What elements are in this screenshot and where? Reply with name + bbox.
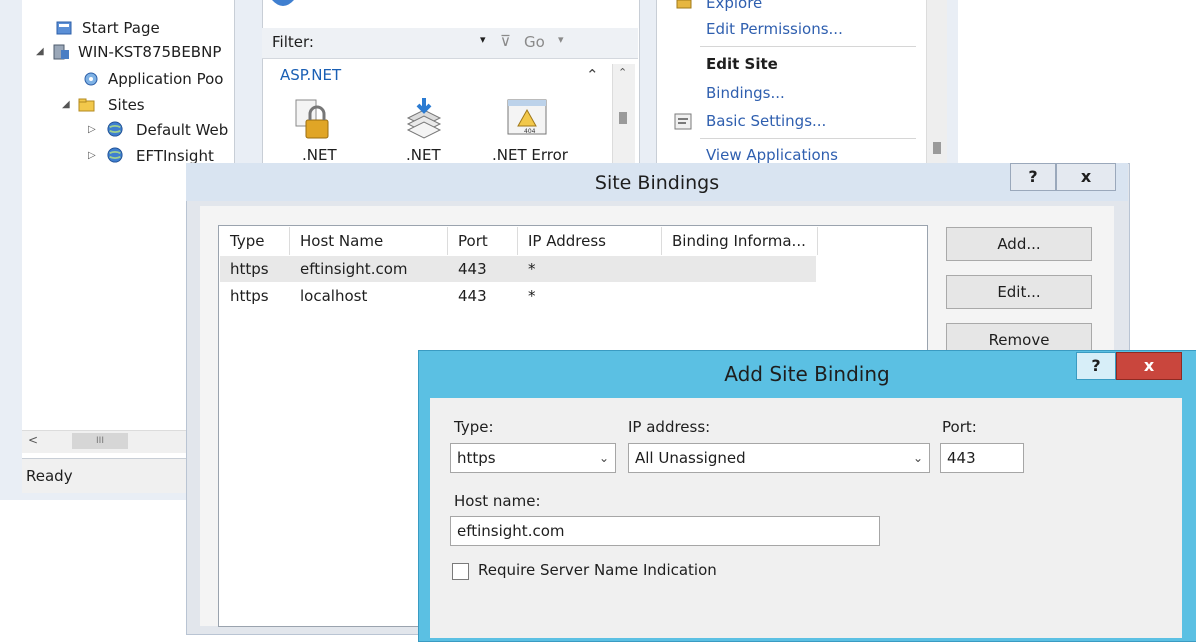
close-button[interactable]: x (1056, 163, 1116, 191)
help-button[interactable]: ? (1076, 352, 1116, 380)
expand-arrow-icon[interactable]: ◢ (62, 94, 70, 116)
error-pages-icon: 404 (507, 99, 547, 135)
sites-folder-icon (78, 98, 95, 112)
type-select[interactable]: https ⌄ (450, 443, 616, 473)
svg-text:404: 404 (524, 128, 536, 135)
tree-item-sites[interactable]: ◢ Sites (62, 94, 145, 116)
action-view-applications[interactable]: View Applications (706, 146, 838, 164)
require-sni-label[interactable]: Require Server Name Indication (478, 561, 717, 579)
collapse-group-icon[interactable]: ⌃ (586, 66, 599, 84)
type-label: Type: (454, 418, 494, 436)
table-row[interactable]: https localhost 443 * (220, 283, 816, 309)
status-text: Ready (26, 467, 73, 485)
divider (700, 46, 916, 47)
feature-item[interactable]: .NET (396, 94, 456, 164)
features-vertical-scrollbar[interactable]: ⌃ (612, 64, 635, 164)
tree-item-app-pools[interactable]: Application Poo (82, 68, 223, 90)
action-bindings[interactable]: Bindings... (706, 84, 785, 102)
cell-port: 443 (458, 260, 487, 278)
edit-button[interactable]: Edit... (946, 275, 1092, 309)
scroll-grip[interactable] (933, 142, 941, 154)
scroll-up-icon[interactable]: ⌃ (618, 66, 627, 79)
go-button[interactable]: Go (524, 33, 545, 51)
go-filter-icon[interactable]: ⊽ (500, 32, 511, 50)
dotnet-compilation-icon (406, 98, 442, 139)
cell-port: 443 (458, 287, 487, 305)
tree-item-start-page[interactable]: Start Page (56, 17, 160, 39)
cell-type: https (230, 260, 269, 278)
cell-ip: * (528, 260, 536, 278)
collapse-arrow-icon[interactable]: ▷ (88, 119, 96, 141)
ip-address-select[interactable]: All Unassigned ⌄ (628, 443, 930, 473)
column-header-ip-address[interactable]: IP Address (518, 227, 662, 255)
filter-dropdown-icon[interactable]: ▾ (480, 33, 486, 46)
expand-arrow-icon[interactable]: ◢ (36, 41, 44, 63)
port-field[interactable]: 443 (940, 443, 1024, 473)
port-value: 443 (947, 449, 976, 467)
column-header-port[interactable]: Port (448, 227, 518, 255)
close-button[interactable]: x (1116, 352, 1182, 380)
application-pools-icon (84, 72, 98, 86)
server-icon (53, 44, 69, 60)
ip-address-value: All Unassigned (635, 449, 746, 467)
filter-label: Filter: (272, 33, 314, 51)
go-dropdown-icon[interactable]: ▾ (558, 33, 564, 46)
collapse-arrow-icon[interactable]: ▷ (88, 145, 96, 167)
column-header-binding-info[interactable]: Binding Informa... (662, 227, 818, 255)
start-page-icon (56, 21, 72, 35)
globe-icon (107, 147, 123, 163)
tree-item-default-web-site[interactable]: ▷ Default Web (88, 119, 228, 141)
feature-item[interactable]: .NET (290, 94, 350, 164)
cell-ip: * (528, 287, 536, 305)
filter-bar: Filter: ▾ ⊽ Go ▾ (262, 28, 638, 59)
scroll-thumb[interactable]: III (72, 433, 128, 449)
table-row[interactable]: https eftinsight.com 443 * (220, 256, 816, 282)
divider (700, 138, 916, 139)
globe-icon (272, 0, 294, 6)
action-edit-permissions[interactable]: Edit Permissions... (706, 20, 843, 38)
dotnet-authorization-icon (295, 99, 329, 139)
site-bindings-title: Site Bindings (594, 172, 720, 194)
help-button[interactable]: ? (1010, 163, 1056, 191)
actions-header-edit-site: Edit Site (706, 55, 778, 73)
actions-scrollbar[interactable] (926, 0, 947, 165)
column-header-host-name[interactable]: Host Name (290, 227, 448, 255)
type-value: https (457, 449, 496, 467)
chevron-down-icon[interactable]: ⌄ (599, 444, 609, 472)
globe-icon (107, 121, 123, 137)
column-header-type[interactable]: Type (220, 227, 290, 255)
host-name-value: eftinsight.com (457, 522, 565, 540)
action-explore[interactable]: Explore (706, 0, 762, 12)
group-header-aspnet[interactable]: ASP.NET ⌃ (262, 64, 622, 90)
host-name-field[interactable]: eftinsight.com (450, 516, 880, 546)
feature-item[interactable]: 404 .NET Error (488, 94, 578, 164)
cell-host: localhost (300, 287, 368, 305)
basic-settings-icon (674, 113, 692, 130)
explore-icon (676, 0, 692, 9)
scroll-grip[interactable] (619, 112, 627, 124)
tree-item-server[interactable]: ◢ WIN-KST875BEBNP (36, 41, 221, 63)
port-label: Port: (942, 418, 977, 436)
cell-host: eftinsight.com (300, 260, 408, 278)
scroll-left-icon[interactable]: < (28, 433, 38, 447)
add-button[interactable]: Add... (946, 227, 1092, 261)
host-name-label: Host name: (454, 492, 541, 510)
ip-address-label: IP address: (628, 418, 711, 436)
require-sni-checkbox[interactable] (452, 563, 469, 580)
action-basic-settings[interactable]: Basic Settings... (706, 112, 826, 130)
chevron-down-icon[interactable]: ⌄ (913, 444, 923, 472)
cell-type: https (230, 287, 269, 305)
